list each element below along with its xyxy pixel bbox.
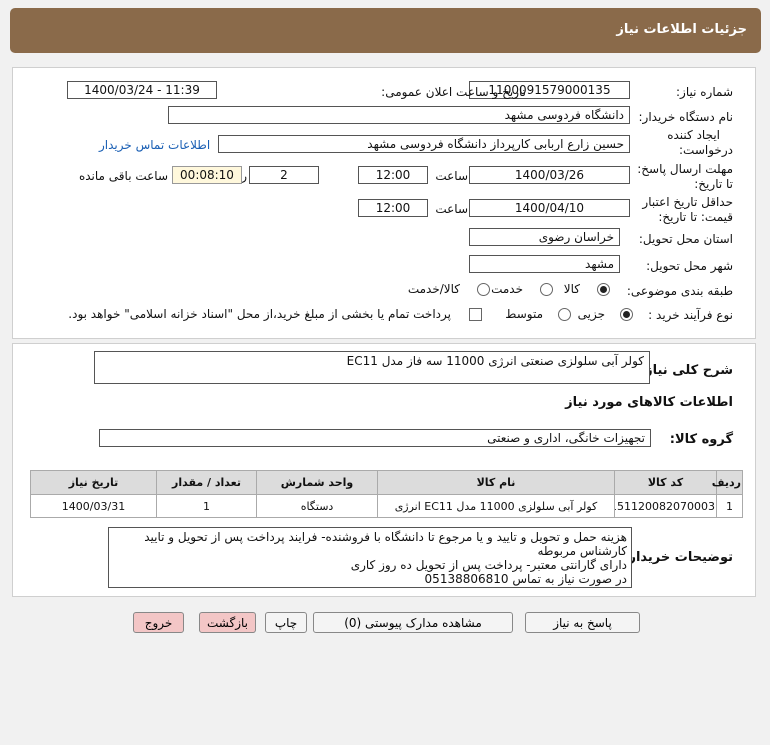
remaining-time-label: ساعت باقی مانده	[78, 169, 168, 183]
city-field: مشهد	[469, 255, 620, 273]
cell-quantity: 1	[156, 494, 257, 518]
goods-panel: شرح کلی نیاز: کولر آبی سلولزی صنعتی انرژ…	[12, 343, 756, 597]
col-need-date: تاریخ نیاز	[30, 470, 157, 495]
col-unit: واحد شمارش	[256, 470, 378, 495]
deadline-date-field: 1400/03/26	[469, 166, 630, 184]
col-quantity: تعداد / مقدار	[156, 470, 257, 495]
buyer-note-line: در صورت نیاز به تماس 05138806810	[424, 572, 627, 586]
treasury-payment-note: پرداخت تمام یا بخشی از مبلغ خرید،از محل …	[68, 307, 451, 321]
page-header: جزئیات اطلاعات نیاز	[10, 8, 761, 53]
summary-label: شرح کلی نیاز:	[639, 363, 733, 378]
buyer-note-line: هزینه حمل و تحویل و تایید و یا مرجوع تا …	[144, 530, 627, 544]
category-radio-goods-service[interactable]	[477, 283, 490, 296]
deadline-label-line2: تا تاریخ:	[694, 177, 733, 191]
process-radio-minor[interactable]	[620, 308, 633, 321]
deadline-label-line1: مهلت ارسال پاسخ:	[637, 162, 733, 176]
cell-row-number: 1	[716, 494, 743, 518]
goods-section-title: اطلاعات کالاهای مورد نیاز	[565, 395, 733, 410]
validity-date-field: 1400/04/10	[469, 199, 630, 217]
buyer-contact-link[interactable]: اطلاعات تماس خریدار	[99, 138, 210, 152]
table-row: 1 1151120082070003 کولر آبی سلولزی 11000…	[30, 494, 743, 518]
validity-time-field: 12:00	[358, 199, 428, 217]
need-number-label: شماره نیاز:	[676, 85, 733, 99]
treasury-payment-checkbox[interactable]	[469, 308, 482, 321]
buyer-note-line: دارای گارانتی معتبر- پرداخت پس از تحویل …	[350, 558, 627, 572]
province-label: استان محل تحویل:	[638, 232, 733, 246]
col-item-name: نام کالا	[377, 470, 615, 495]
buyer-org-field: دانشگاه فردوسی مشهد	[168, 106, 630, 124]
creator-field: حسین زارع اربابی کارپرداز دانشگاه فردوسی…	[218, 135, 630, 153]
back-button[interactable]: بازگشت	[199, 612, 256, 633]
exit-button[interactable]: خروج	[133, 612, 184, 633]
validity-label-line1: حداقل تاریخ اعتبار	[642, 195, 733, 209]
need-info-panel: شماره نیاز: 1100091579000135 تاریخ و ساع…	[12, 67, 756, 339]
category-radio-goods[interactable]	[597, 283, 610, 296]
buyer-org-label: نام دستگاه خریدار:	[638, 110, 734, 124]
goods-group-field: تجهیزات خانگی، اداری و صنعتی	[99, 429, 651, 447]
category-option-goods-service: کالا/خدمت	[407, 282, 460, 296]
page-title: جزئیات اطلاعات نیاز	[616, 22, 747, 37]
buyer-notes-label: توضیحات خریدار:	[623, 550, 733, 565]
validity-label-line2: قیمت: تا تاریخ:	[658, 210, 733, 224]
process-option-minor: جزیی	[577, 307, 605, 321]
creator-label-line1: ایجاد کننده	[667, 128, 720, 142]
cell-need-date: 1400/03/31	[30, 494, 157, 518]
creator-label-line2: درخواست:	[679, 143, 733, 157]
process-option-medium: متوسط	[505, 307, 543, 321]
category-option-service: خدمت	[491, 282, 523, 296]
print-button[interactable]: چاپ	[265, 612, 307, 633]
province-field: خراسان رضوی	[469, 228, 620, 246]
buyer-notes-box: هزینه حمل و تحویل و تایید و یا مرجوع تا …	[108, 527, 632, 588]
category-label: طبقه بندی موضوعی:	[626, 284, 733, 298]
goods-table-header: ردیف کد کالا نام کالا واحد شمارش تعداد /…	[30, 470, 743, 495]
cell-item-code: 1151120082070003	[614, 494, 717, 518]
city-label: شهر محل تحویل:	[646, 259, 733, 273]
col-item-code: کد کالا	[614, 470, 717, 495]
validity-time-label: ساعت	[435, 202, 468, 216]
reply-button[interactable]: پاسخ به نیاز	[525, 612, 640, 633]
remaining-time-field: 00:08:10	[172, 166, 242, 184]
goods-group-label: گروه کالا:	[669, 432, 733, 447]
category-option-goods: کالا	[563, 282, 580, 296]
buyer-note-line: کارشناس مربوطه	[537, 544, 627, 558]
days-field: 2	[249, 166, 319, 184]
deadline-time-label: ساعت	[435, 169, 468, 183]
attachments-button[interactable]: مشاهده مدارک پیوستی (0)	[313, 612, 513, 633]
announce-field: 1400/03/24 - 11:39	[67, 81, 217, 99]
cell-item-name: کولر آبی سلولزی 11000 مدل EC11 انرژی	[377, 494, 615, 518]
process-label: نوع فرآیند خرید :	[648, 308, 733, 322]
deadline-time-field: 12:00	[358, 166, 428, 184]
process-radio-medium[interactable]	[558, 308, 571, 321]
cell-unit: دستگاه	[256, 494, 378, 518]
category-radio-service[interactable]	[540, 283, 553, 296]
col-row-number: ردیف	[712, 470, 743, 495]
summary-field: کولر آبی سلولزی صنعتی انرژی 11000 سه فاز…	[94, 351, 650, 384]
goods-table: ردیف کد کالا نام کالا واحد شمارش تعداد /…	[30, 470, 743, 518]
announce-label: تاریخ و ساعت اعلان عمومی:	[381, 85, 526, 99]
